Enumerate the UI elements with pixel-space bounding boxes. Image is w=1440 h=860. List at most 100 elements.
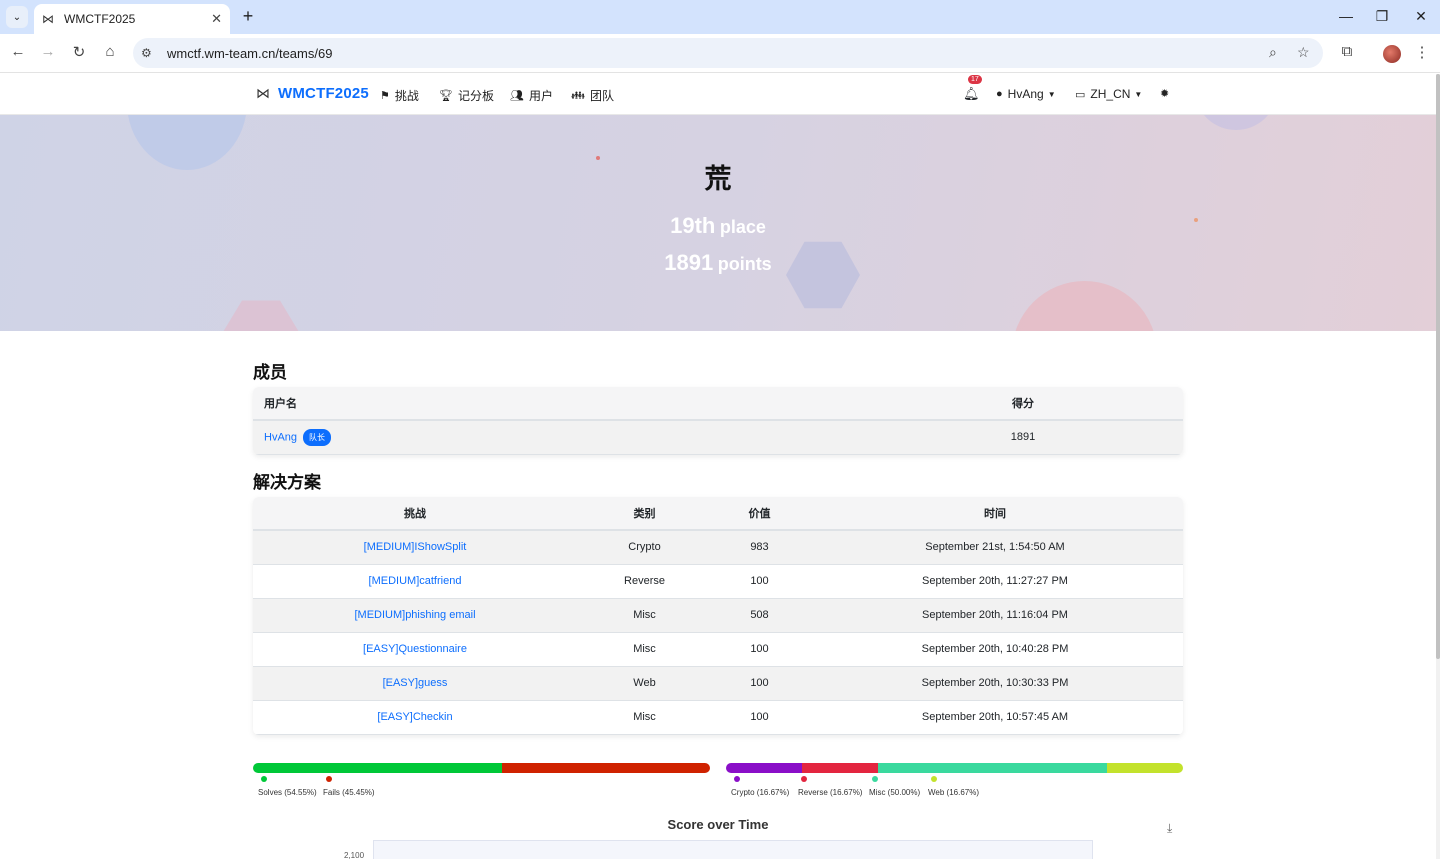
browser-tab[interactable]: ⋈ WMCTF2025 ✕ — [34, 4, 230, 34]
legend-label: Reverse (16.67%) — [798, 788, 863, 797]
sun-icon: ✹ — [1160, 88, 1170, 100]
nav-label: 用户 — [528, 89, 553, 103]
legend-dot — [801, 776, 807, 782]
nav-label: 团队 — [589, 89, 614, 103]
legend-dot — [931, 776, 937, 782]
score-chart-title: Score over Time — [667, 817, 769, 832]
points-number: 1891 — [664, 250, 714, 275]
brand-name: WMCTF2025 — [278, 85, 369, 102]
time-cell: September 21st, 1:54:50 AM — [807, 530, 1183, 565]
solves-table: 挑战 类别 价值 时间 [MEDIUM]IShowSplit Crypto 98… — [253, 497, 1183, 735]
solves-title: 解决方案 — [253, 473, 321, 492]
legend-label: Misc (50.00%) — [869, 788, 921, 797]
challenge-link[interactable]: [EASY]Checkin — [377, 711, 452, 723]
members-title: 成员 — [253, 363, 287, 382]
nav-teams[interactable]: 👪︎ 团队 — [571, 87, 614, 104]
home-icon[interactable]: ⌂ — [100, 43, 120, 60]
back-icon[interactable]: ← — [8, 43, 28, 60]
browser-tab-strip: ⌄ ⋈ WMCTF2025 ✕ + — ❐ ✕ — [0, 0, 1440, 34]
nav-label: 记分板 — [457, 89, 494, 103]
forward-icon[interactable]: → — [38, 43, 58, 60]
bookmark-star-icon[interactable]: ☆ — [1297, 44, 1310, 61]
user-circle-icon: ● — [996, 88, 1003, 100]
challenge-cell: [EASY]Checkin — [253, 700, 577, 735]
restore-icon[interactable]: ❐ — [1372, 8, 1392, 25]
challenge-link[interactable]: [EASY]Questionnaire — [363, 643, 467, 655]
user-dropdown[interactable]: ● HvAng ▼ — [996, 87, 1056, 101]
bell-icon[interactable]: 🔔︎ — [963, 86, 980, 102]
caret-down-icon: ▼ — [1047, 89, 1056, 99]
challenge-link[interactable]: [MEDIUM]IShowSplit — [364, 541, 467, 553]
challenge-cell: [EASY]guess — [253, 666, 577, 701]
language-dropdown[interactable]: ▭ ZH_CN ▼ — [1075, 87, 1142, 101]
bar-segment-crypto — [726, 763, 803, 773]
nav-users[interactable]: 👥︎ 用户 — [510, 87, 553, 104]
time-cell: September 20th, 10:30:33 PM — [807, 666, 1183, 701]
browser-menu-icon[interactable]: ⋮ — [1412, 43, 1432, 61]
nav-scoreboard[interactable]: 🏆︎ 记分板 — [439, 87, 494, 104]
header-challenge: 挑战 — [253, 497, 577, 531]
extensions-icon[interactable]: ⧉ — [1337, 43, 1357, 60]
solves-fails-bar — [253, 763, 710, 773]
plus-icon[interactable]: + — [238, 6, 258, 26]
category-cell: Misc — [577, 700, 712, 735]
challenge-link[interactable]: [MEDIUM]phishing email — [354, 609, 475, 621]
time-cell: September 20th, 11:27:27 PM — [807, 564, 1183, 599]
header-username: 用户名 — [253, 387, 863, 421]
challenge-cell: [EASY]Questionnaire — [253, 632, 577, 667]
member-link[interactable]: HvAng — [264, 431, 297, 443]
challenge-cell: [MEDIUM]catfriend — [253, 564, 577, 599]
url-text[interactable]: wmctf.wm-team.cn/teams/69 — [167, 46, 332, 61]
category-cell: Crypto — [577, 530, 712, 565]
header-value: 价值 — [712, 497, 807, 531]
place-number: 19th — [670, 213, 716, 238]
close-icon[interactable]: ✕ — [211, 11, 222, 27]
time-cell: September 20th, 10:57:45 AM — [807, 700, 1183, 735]
challenge-cell: [MEDIUM]IShowSplit — [253, 530, 577, 565]
download-icon[interactable]: ⤓ — [1167, 821, 1172, 836]
table-row: [MEDIUM]IShowSplit Crypto 983 September … — [253, 530, 1183, 565]
legend-dot — [326, 776, 332, 782]
nav-challenges[interactable]: ⚑ 挑战 — [380, 87, 419, 104]
profile-avatar[interactable] — [1383, 45, 1401, 63]
brand-link[interactable]: ⋈ WMCTF2025 — [256, 85, 369, 102]
zoom-icon[interactable]: ⌕ — [1269, 44, 1277, 61]
members-table: 用户名 得分 HvAng 队长 1891 — [253, 387, 1183, 455]
reload-icon[interactable]: ↻ — [69, 43, 89, 61]
tab-title: WMCTF2025 — [64, 12, 136, 26]
address-bar[interactable]: ⚙ wmctf.wm-team.cn/teams/69 ⌕ ☆ — [133, 38, 1323, 68]
close-window-icon[interactable]: ✕ — [1411, 8, 1431, 25]
category-cell: Reverse — [577, 564, 712, 599]
decor-circle — [1012, 281, 1157, 331]
decor-hexagon — [223, 300, 299, 331]
header-category: 类别 — [577, 497, 712, 531]
user-name: HvAng — [1007, 87, 1044, 101]
minimize-icon[interactable]: — — [1336, 8, 1356, 24]
scrollbar-thumb[interactable] — [1436, 74, 1440, 659]
team-place: 19th place — [0, 213, 1436, 239]
bar-segment-misc — [878, 763, 1107, 773]
place-label: place — [719, 217, 766, 237]
theme-toggle[interactable]: ✹ — [1160, 87, 1174, 100]
decor-circle — [1196, 115, 1276, 130]
bar-segment-solves — [253, 763, 503, 773]
bar-segment-web — [1106, 763, 1183, 773]
member-cell: HvAng 队长 — [253, 420, 863, 455]
table-row: HvAng 队长 1891 — [253, 420, 1183, 455]
category-cell: Web — [577, 666, 712, 701]
value-cell: 100 — [712, 564, 807, 599]
captain-badge: 队长 — [303, 428, 332, 446]
site-info-icon[interactable]: ⚙ — [141, 46, 161, 60]
legend-dot — [734, 776, 740, 782]
time-cell: September 20th, 11:16:04 PM — [807, 598, 1183, 633]
value-cell: 100 — [712, 666, 807, 701]
challenge-link[interactable]: [EASY]guess — [383, 677, 448, 689]
legend-dot — [261, 776, 267, 782]
table-row: [EASY]guess Web 100 September 20th, 10:3… — [253, 666, 1183, 701]
header-score: 得分 — [863, 387, 1183, 421]
wm-logo-icon: ⋈ — [256, 85, 270, 101]
points-label: points — [717, 254, 772, 274]
member-score: 1891 — [863, 420, 1183, 455]
challenge-link[interactable]: [MEDIUM]catfriend — [369, 575, 462, 587]
tab-search-icon[interactable]: ⌄ — [6, 6, 28, 28]
